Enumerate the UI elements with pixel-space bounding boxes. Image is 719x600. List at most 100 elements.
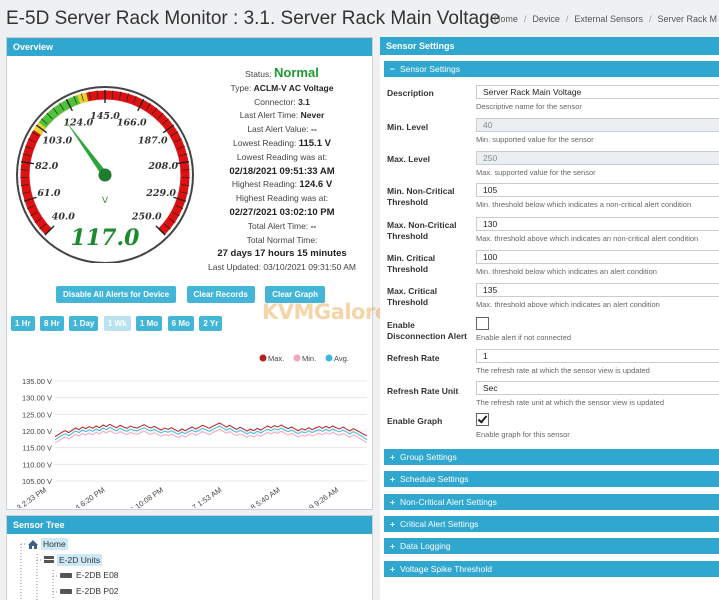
sensor-settings-panel: Sensor Settings − Sensor Settings Descrip…: [380, 37, 719, 600]
last-updated-value: 03/10/2021 09:31:50 AM: [263, 262, 356, 273]
range-1wk-button[interactable]: 1 Wk: [103, 316, 131, 331]
min-noncrit-help: Min. threshold below which indicates a n…: [476, 200, 692, 209]
action-buttons: Disable All Alerts for Device Clear Reco…: [7, 284, 374, 303]
section-data-logging[interactable]: + Data Logging: [384, 538, 719, 554]
range-buttons: 1 Hr 8 Hr 1 Day 1 Wk 1 Mo 6 Mo 2 Yr: [11, 313, 223, 331]
chart-svg: 135.00 V 130.00 V 125.00 V 120.00 V 115.00 V…: [3, 354, 368, 523]
range-1hr-button[interactable]: 1 Hr: [11, 316, 35, 331]
clear-graph-button[interactable]: Clear Graph: [265, 286, 326, 303]
breadcrumb-external-sensors[interactable]: External Sensors: [574, 14, 643, 24]
gauge-tick-label: 124.0: [63, 117, 93, 128]
max-crit-help: Max. threshold above which indicates an …: [476, 300, 660, 309]
legend-label: Avg.: [334, 354, 349, 363]
gauge-tick-label: 208.0: [147, 161, 178, 172]
range-8hr-button[interactable]: 8 Hr: [40, 316, 64, 331]
tree-item-e2db-p02[interactable]: E-2DB P02: [59, 586, 119, 596]
gauge-tick-label: 187.0: [138, 135, 168, 146]
max-noncrit-input[interactable]: 130: [476, 217, 719, 231]
gauge-tick-label: 250.0: [131, 212, 162, 223]
tree-item-e2db-e08[interactable]: E-2DB E08: [59, 570, 119, 580]
total-alert-time-value: --: [310, 220, 317, 231]
plus-icon: +: [390, 541, 395, 551]
gauge-tick-label: 103.0: [42, 135, 72, 146]
clear-records-button[interactable]: Clear Records: [186, 286, 255, 303]
gauge-hub: [98, 168, 112, 182]
section-noncrit-alert-settings[interactable]: + Non-Critical Alert Settings: [384, 494, 719, 510]
section-crit-alert-settings[interactable]: + Critical Alert Settings: [384, 516, 719, 532]
chart-x-tick-label: Mar 5 10:08 PM: [116, 485, 165, 508]
chart-y-tick-label: 110.00 V: [23, 460, 52, 469]
max-level-input: 250: [476, 151, 719, 165]
chart-x-tick-label: Mar 9 9:26 AM: [295, 485, 340, 508]
min-noncrit-input[interactable]: 105: [476, 183, 719, 197]
tree-item-home[interactable]: Home: [27, 538, 68, 550]
lowest-reading-at-label: Lowest Reading was at:: [236, 151, 328, 162]
chart-x-tick-label: Mar 3 2:33 PM: [7, 485, 48, 508]
section-sensor-settings[interactable]: − Sensor Settings: [384, 61, 719, 77]
chart-y-tick-label: 125.00 V: [22, 410, 52, 419]
legend-label: Max.: [268, 354, 284, 363]
plus-icon: +: [390, 452, 395, 462]
max-crit-input[interactable]: 135: [476, 283, 719, 297]
breadcrumb-current: Server Rack M: [657, 14, 717, 24]
status-value: Normal: [274, 65, 319, 80]
max-noncrit-label: Max. Non-Critical Threshold: [387, 220, 457, 241]
section-schedule-settings[interactable]: + Schedule Settings: [384, 471, 719, 487]
check-icon: [477, 413, 488, 424]
chart-y-tick-label: 130.00 V: [22, 394, 52, 403]
home-icon: [28, 539, 38, 549]
chart-x-tick-label: Mar 7 1:53 AM: [178, 485, 223, 508]
sensor-tree-panel: Sensor Tree Home E-2D Units E-2DB E08 E-…: [6, 515, 373, 600]
type-label: Type:: [230, 82, 252, 93]
enable-disconnect-label: Enable Disconnection Alert: [387, 320, 467, 341]
tree-label-e2db-e08: E-2DB E08: [76, 570, 119, 580]
last-alert-value-value: --: [310, 124, 317, 135]
range-2yr-button[interactable]: 2 Yr: [199, 316, 223, 331]
watermark-logo: KVMGalore: [262, 300, 389, 324]
refresh-rate-input[interactable]: 1: [476, 349, 719, 363]
server-icon: [44, 556, 54, 563]
enable-graph-checkbox[interactable]: [476, 413, 489, 426]
device-icon: [60, 588, 72, 594]
chart-y-tick-label: 115.00 V: [23, 444, 52, 453]
description-input[interactable]: Server Rack Main Voltage: [476, 85, 719, 99]
min-crit-label: Min. Critical Threshold: [387, 253, 436, 274]
gauge-tick-label: 82.0: [35, 161, 59, 172]
breadcrumb-home[interactable]: Home: [494, 14, 518, 24]
refresh-rate-help: The refresh rate at which the sensor vie…: [476, 366, 650, 375]
lowest-reading-value: 115.1 V: [298, 137, 331, 149]
tree-label-e2d-units: E-2D Units: [57, 554, 103, 566]
plus-icon: +: [390, 474, 395, 484]
total-alert-time-label: Total Alert Time:: [247, 220, 309, 231]
highest-reading-at-value: 02/27/2021 03:02:10 PM: [229, 206, 335, 218]
min-crit-input[interactable]: 100: [476, 250, 719, 264]
sensor-tree-header: Sensor Tree: [7, 516, 372, 534]
legend-marker: [293, 354, 301, 362]
enable-disconnect-checkbox[interactable]: [476, 317, 489, 330]
range-6mo-button[interactable]: 6 Mo: [167, 316, 194, 331]
min-noncrit-label: Min. Non-Critical Threshold: [387, 186, 455, 207]
min-level-label: Min. Level: [387, 122, 429, 132]
chart-y-tick-label: 120.00 V: [22, 427, 52, 436]
minus-icon: −: [390, 64, 395, 74]
chart-x-tick-label: Mar 4 6:20 PM: [61, 485, 106, 508]
highest-reading-at-label: Highest Reading was at:: [235, 193, 329, 204]
section-group-settings[interactable]: + Group Settings: [384, 449, 719, 465]
sensor-settings-header: Sensor Settings: [380, 37, 719, 55]
max-noncrit-help: Max. threshold above which indicates an …: [476, 234, 699, 243]
breadcrumb: Home / Device / External Sensors / Server R…: [493, 14, 717, 24]
breadcrumb-device[interactable]: Device: [532, 14, 560, 24]
enable-graph-help: Enable graph for this sensor: [476, 430, 570, 439]
min-crit-help: Min. threshold below which indicates an …: [476, 267, 657, 276]
tree-item-e2d-units[interactable]: E-2D Units: [43, 554, 103, 566]
refresh-rate-unit-label: Refresh Rate Unit: [387, 386, 459, 396]
last-updated-label: Last Updated:: [208, 262, 261, 273]
refresh-rate-unit-select[interactable]: Sec: [476, 381, 719, 395]
range-1day-button[interactable]: 1 Day: [69, 316, 99, 331]
type-value: ACLM-V AC Voltage: [253, 82, 334, 93]
range-1mo-button[interactable]: 1 Mo: [135, 316, 163, 331]
chart-x-tick-label: Mar 8 5:40 AM: [237, 485, 282, 508]
legend-label: Min.: [302, 354, 316, 363]
disable-alerts-button[interactable]: Disable All Alerts for Device: [55, 286, 177, 303]
section-voltage-spike[interactable]: + Voltage Spike Threshold: [384, 561, 719, 577]
